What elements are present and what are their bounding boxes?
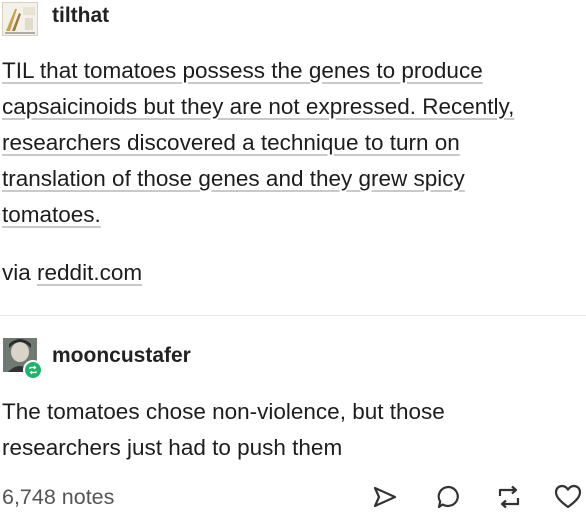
post-body-line: TIL that tomatoes possess the genes to p…	[2, 58, 483, 83]
post-body-line: tomatoes.	[2, 202, 101, 227]
post-body: TIL that tomatoes possess the genes to p…	[2, 53, 577, 233]
reblog-author[interactable]: mooncustafer	[52, 344, 191, 368]
reblog-badge-icon	[29, 365, 37, 375]
source-attribution: via reddit.com	[2, 255, 142, 291]
reblog-body: The tomatoes chose non-violence, but tho…	[2, 394, 577, 466]
divider	[0, 315, 586, 316]
comment-icon	[437, 485, 459, 509]
share-icon	[373, 486, 397, 508]
via-prefix: via	[2, 260, 31, 285]
share-button[interactable]	[370, 482, 400, 512]
like-button[interactable]	[553, 482, 583, 512]
heart-icon	[554, 484, 582, 509]
post-body-line: capsaicinoids but they are not expressed…	[2, 94, 515, 119]
comment-button[interactable]	[434, 482, 464, 512]
notes-count[interactable]: 6,748 notes	[2, 485, 114, 510]
source-link[interactable]: reddit.com	[37, 260, 142, 285]
reblog-badge	[23, 360, 43, 380]
post-card: tilthat TIL that tomatoes possess the ge…	[0, 0, 586, 513]
reblog-line: The tomatoes chose non-violence, but tho…	[2, 399, 445, 424]
post-body-line: researchers discovered a technique to tu…	[2, 130, 460, 155]
tilthat-avatar[interactable]	[2, 2, 38, 36]
reblog-button[interactable]	[494, 482, 524, 512]
post-body-line: translation of those genes and they grew…	[2, 166, 465, 191]
post-author[interactable]: tilthat	[52, 4, 109, 28]
reblog-line: researchers just had to push them	[2, 435, 343, 460]
reblog-icon	[498, 485, 520, 509]
